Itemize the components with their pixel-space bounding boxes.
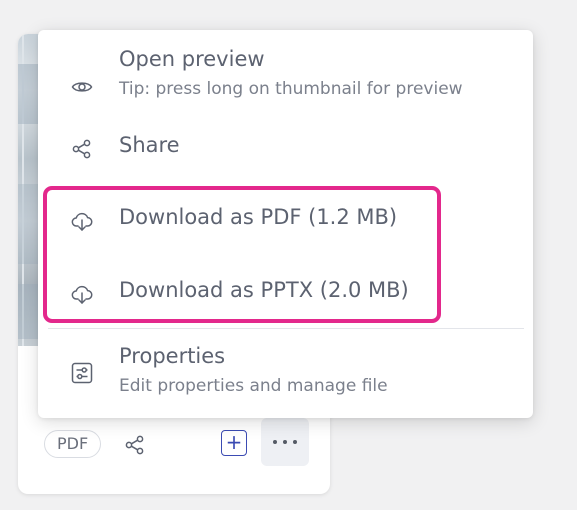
thumbnail-pane bbox=[18, 64, 38, 124]
menu-item-download-pptx[interactable]: Download as PPTX (2.0 MB) bbox=[38, 274, 533, 314]
cloud-download-icon bbox=[70, 282, 94, 306]
sliders-icon bbox=[70, 361, 94, 385]
card-footer: PDF + bbox=[18, 418, 330, 478]
menu-item-title: Share bbox=[119, 133, 180, 157]
thumbnail-pane bbox=[18, 184, 38, 264]
menu-item-title: Properties bbox=[119, 344, 226, 368]
add-button[interactable]: + bbox=[221, 430, 247, 456]
more-options-button[interactable] bbox=[261, 418, 309, 466]
menu-item-subtitle: Tip: press long on thumbnail for preview bbox=[119, 79, 463, 99]
menu-item-open-preview[interactable]: Open preview Tip: press long on thumbnai… bbox=[38, 44, 533, 110]
more-horizontal-icon bbox=[273, 440, 277, 444]
format-chip: PDF bbox=[44, 430, 102, 458]
cloud-download-icon bbox=[70, 209, 94, 233]
share-icon bbox=[70, 137, 94, 161]
thumbnail-pane bbox=[18, 284, 38, 339]
menu-item-properties[interactable]: Properties Edit properties and manage fi… bbox=[38, 343, 533, 403]
menu-divider bbox=[48, 328, 524, 329]
menu-item-download-pdf[interactable]: Download as PDF (1.2 MB) bbox=[38, 202, 533, 242]
menu-item-title: Open preview bbox=[119, 47, 265, 71]
menu-item-share[interactable]: Share bbox=[38, 130, 533, 170]
share-icon[interactable] bbox=[123, 433, 147, 457]
menu-item-subtitle: Edit properties and manage file bbox=[119, 376, 388, 396]
eye-icon bbox=[70, 75, 94, 99]
menu-item-title: Download as PPTX (2.0 MB) bbox=[119, 278, 409, 302]
menu-item-title: Download as PDF (1.2 MB) bbox=[119, 205, 398, 229]
context-menu: Open preview Tip: press long on thumbnai… bbox=[38, 30, 533, 418]
